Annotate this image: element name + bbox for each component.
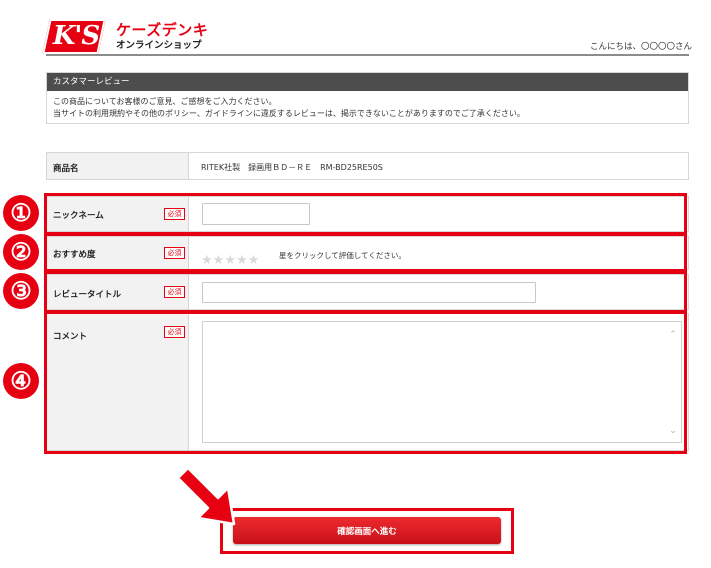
product-row: 商品名 RITEK社製 録画用ＢＤ－ＲＥ RM-BD25RE50S bbox=[46, 152, 689, 180]
required-badge: 必須 bbox=[164, 247, 185, 259]
arrow-pointer-icon bbox=[176, 466, 236, 526]
comment-row: コメント 必須 ⌃ ⌄ bbox=[46, 313, 689, 451]
nickname-row: ニックネーム 必須 bbox=[46, 196, 689, 232]
review-title-label: レビュータイトル bbox=[53, 290, 122, 300]
review-title-input[interactable] bbox=[202, 282, 536, 303]
logo-mark: K'S bbox=[52, 21, 100, 51]
annotation-number: ① bbox=[3, 195, 39, 231]
comment-label: コメント bbox=[53, 332, 88, 342]
nickname-label: ニックネーム bbox=[53, 211, 104, 221]
confirm-button[interactable]: 確認画面へ進む bbox=[233, 517, 501, 544]
annotation-number: ② bbox=[3, 234, 39, 270]
logo-name: ケーズデンキ bbox=[116, 21, 209, 39]
notice-body: この商品についてお客様のご意見、ご感想をご入力ください。 当サイトの利用規約やそ… bbox=[47, 91, 688, 120]
required-badge: 必須 bbox=[164, 208, 185, 220]
rating-hint: 星をクリックして評価してください。 bbox=[279, 251, 406, 260]
scroll-down-icon[interactable]: ⌄ bbox=[668, 427, 678, 436]
star-icon[interactable]: ★ bbox=[224, 254, 236, 267]
required-badge: 必須 bbox=[164, 286, 185, 298]
star-icon[interactable]: ★ bbox=[213, 254, 225, 267]
user-greeting: こんにちは、〇〇〇〇さん bbox=[589, 42, 692, 52]
nickname-input[interactable] bbox=[202, 203, 310, 225]
product-label: 商品名 bbox=[53, 164, 79, 174]
review-title-row: レビュータイトル 必須 bbox=[46, 274, 689, 310]
annotation-number: ③ bbox=[3, 273, 39, 309]
logo-subtitle: オンラインショップ bbox=[116, 40, 202, 51]
annotation-number: ④ bbox=[3, 363, 39, 399]
notice-title: カスタマーレビュー bbox=[47, 73, 688, 91]
notice-line: この商品についてお客様のご意見、ご感想をご入力ください。 bbox=[53, 97, 277, 106]
header-divider bbox=[46, 54, 689, 56]
label-cell: おすすめ度 必須 bbox=[47, 237, 189, 269]
review-notice: カスタマーレビュー この商品についてお客様のご意見、ご感想をご入力ください。 当… bbox=[46, 72, 689, 124]
star-icon[interactable]: ★ bbox=[248, 254, 260, 267]
star-icon[interactable]: ★ bbox=[201, 254, 213, 267]
label-cell: レビュータイトル 必須 bbox=[47, 275, 189, 309]
star-icon[interactable]: ★ bbox=[236, 254, 248, 267]
label-cell: ニックネーム 必須 bbox=[47, 197, 189, 231]
label-cell: コメント 必須 bbox=[47, 314, 189, 450]
label-cell: 商品名 bbox=[47, 153, 189, 179]
required-badge: 必須 bbox=[164, 326, 185, 338]
product-name: RITEK社製 録画用ＢＤ－ＲＥ RM-BD25RE50S bbox=[201, 163, 383, 172]
star-rating[interactable]: ★★★★★ bbox=[201, 249, 259, 267]
comment-textarea[interactable] bbox=[202, 321, 682, 443]
notice-line: 当サイトの利用規約やその他のポリシー、ガイドラインに違反するレビューは、掲示でき… bbox=[53, 109, 525, 118]
rating-label: おすすめ度 bbox=[53, 250, 96, 260]
scroll-up-icon[interactable]: ⌃ bbox=[668, 331, 678, 340]
rating-row: おすすめ度 必須 ★★★★★ 星をクリックして評価してください。 bbox=[46, 236, 689, 270]
